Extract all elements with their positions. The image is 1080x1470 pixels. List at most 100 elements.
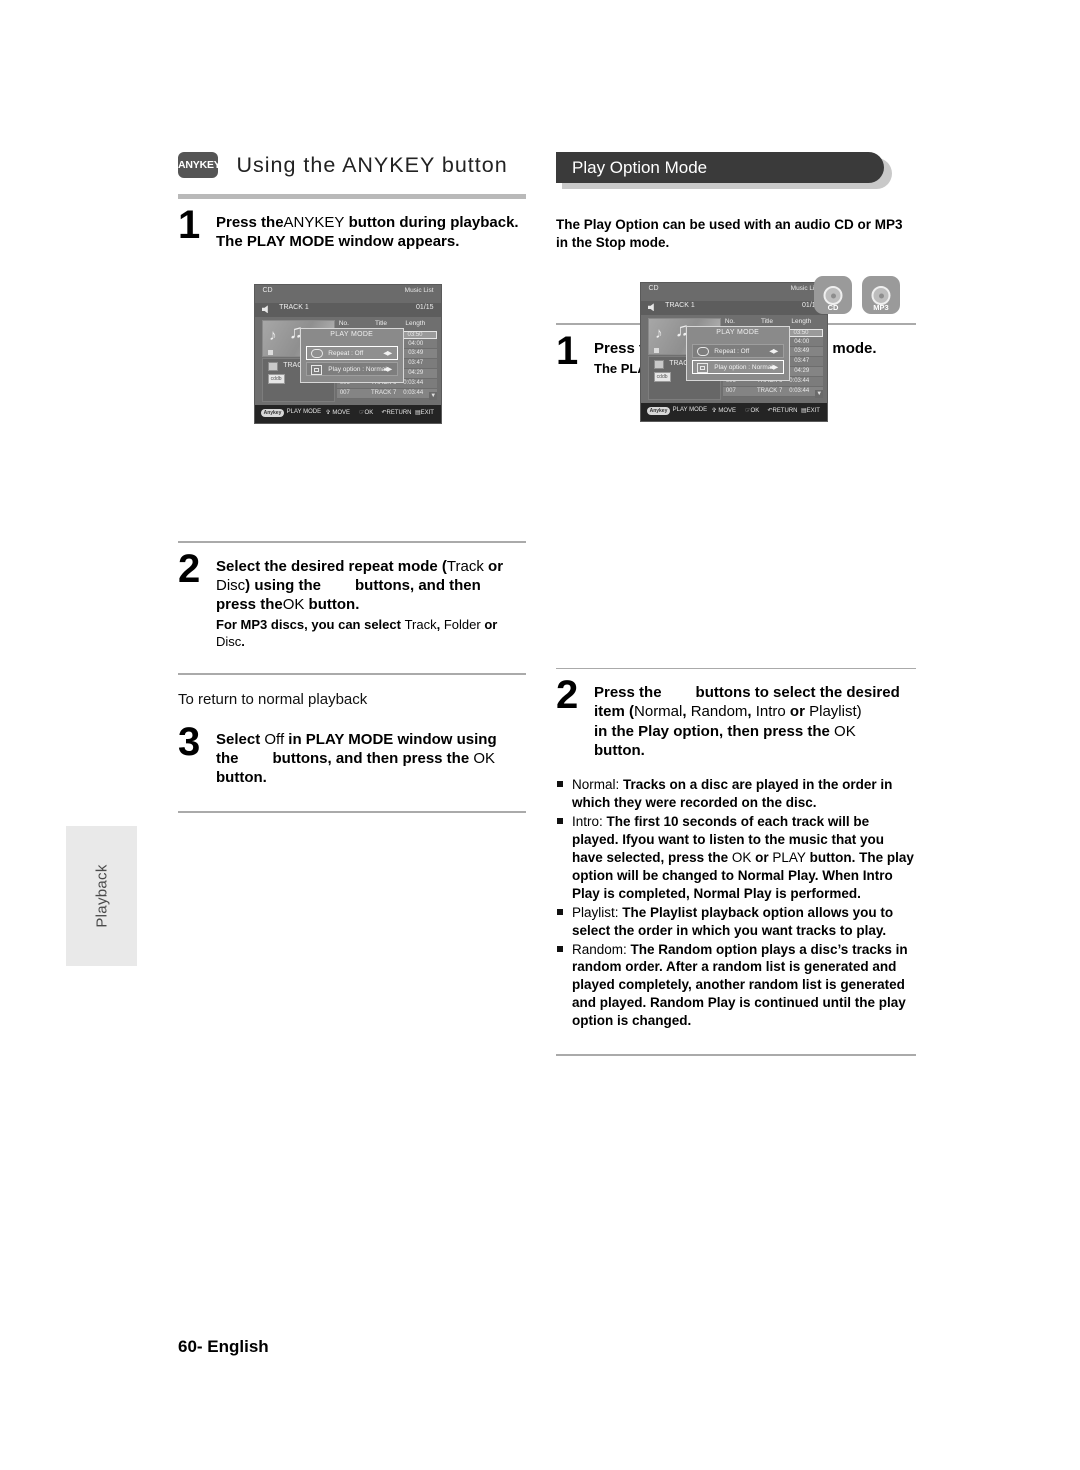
rstep2-l2i: ) [856, 703, 862, 721]
step-number: 1 [178, 203, 201, 247]
scroll-down-icon[interactable]: ▼ [815, 390, 824, 399]
left-right-arrows-icon[interactable]: ◀▶ [769, 363, 778, 371]
tv-source-label: CD [648, 284, 659, 292]
row-length: 0:03:44 [403, 380, 424, 387]
step-number: 2 [556, 673, 579, 718]
bottom-move: ✞ MOVE [325, 410, 351, 416]
bottom-ok: ☞OK [745, 408, 760, 414]
note-disc: Disc [216, 634, 242, 650]
tv-bottom-bar: Anykey PLAY MODE ✞ MOVE ☞OK ↶RETURN ▤EXI… [641, 403, 827, 421]
anykey-chip-icon: Anykey [260, 408, 285, 417]
step-number: 1 [556, 328, 579, 373]
disc-compatibility-badges: CD MP3 [814, 276, 900, 314]
step3-off: Off [264, 730, 285, 748]
left-right-arrows-icon[interactable]: ◀▶ [769, 347, 778, 355]
step2-l3a: press the [216, 596, 283, 614]
divider-right-2 [556, 667, 916, 670]
col-title: Title [375, 319, 388, 327]
rstep2-playlist: Playlist [809, 703, 857, 721]
col-title: Title [761, 317, 774, 325]
col-length: Length [405, 319, 426, 327]
table-row[interactable]: 007 TRACK 7 0:03:44 [336, 388, 438, 399]
bullet-square-icon [557, 817, 563, 824]
bottom-return-label: RETURN [386, 410, 412, 416]
list-item: Random: The Random option plays a disc’s… [556, 941, 916, 1031]
row-no: 007 [339, 389, 350, 396]
tv-now-playing: TRACK 1 [665, 301, 695, 309]
bullet-square-icon [557, 908, 563, 915]
divider-right-bottom [556, 1054, 916, 1056]
step-number: 2 [178, 546, 201, 591]
bullet-term: Playlist: [572, 904, 623, 920]
step3-l1c: in PLAY MODE window using [284, 730, 497, 748]
rstep2-l4: button. [594, 741, 645, 759]
row-length: 03:47 [794, 358, 810, 365]
manual-page: Playback ANYKEY Using the ANYKEY button … [0, 0, 1080, 1470]
music-note-icon: ♪ [269, 327, 277, 345]
tv-bottom-bar: Anykey PLAY MODE ✞ MOVE ☞OK ↶RETURN ▤EXI… [255, 405, 441, 423]
step2-note: For MP3 discs, you can select Track, Fol… [216, 617, 526, 651]
table-row[interactable]: 007 TRACK 7 0:03:44 [722, 386, 824, 397]
rstep2-l1b: buttons to select the desired [695, 684, 900, 702]
dialog-option-repeat[interactable]: Repeat : Off ◀▶ [305, 346, 398, 360]
step3-ok: OK [473, 749, 496, 767]
dialog-option-playoption[interactable]: Play option : Normal ◀▶ [305, 362, 398, 376]
dialog-title: PLAY MODE [330, 330, 374, 338]
left-column: ANYKEY Using the ANYKEY button 1 Press t… [178, 152, 526, 813]
row-no: 007 [725, 387, 736, 394]
play-option-label: Play option : Normal [328, 365, 387, 373]
tv-nowplaying-bar: TRACK 1 01/15 [255, 302, 441, 317]
dialog-option-repeat[interactable]: Repeat : Off ◀▶ [691, 344, 784, 358]
bullet-term: Intro: [572, 813, 607, 829]
play-option-intro: The Play Option can be used with an audi… [556, 217, 903, 250]
row-length: 03:47 [408, 360, 424, 367]
left-right-arrows-icon[interactable]: ◀▶ [383, 365, 392, 373]
anykey-chip-icon: Anykey [646, 406, 671, 415]
bottom-exit: ▤EXIT [414, 410, 434, 416]
cd-badge-label: CD [827, 303, 839, 312]
dialog-option-playoption[interactable]: Play option : Normal ◀▶ [691, 360, 784, 374]
speaker-icon [261, 305, 268, 314]
row-length: 0:03:44 [789, 378, 810, 385]
scroll-down-icon[interactable]: ▼ [429, 392, 438, 401]
bullet-play: PLAY [772, 849, 806, 865]
step-number: 3 [178, 719, 201, 764]
note-a: For MP3 discs, you can select [216, 617, 405, 633]
note-e: or [480, 617, 498, 633]
row-length: 04:29 [794, 368, 810, 375]
tv-topbar: CD Music List [641, 283, 827, 301]
track-info-icon [267, 362, 278, 372]
bullet-term: Normal: [572, 776, 624, 792]
tv-screen-playmode-1: CD Music List TRACK 1 01/15 ♪ ♫ ♪ 0:00 T… [254, 284, 442, 424]
list-item: Intro: The first 10 seconds of each trac… [556, 813, 916, 903]
play-mode-dialog: PLAY MODE Repeat : Off ◀▶ Play option : … [299, 327, 404, 383]
rstep2-random: Random [690, 703, 748, 721]
bottom-return: ↶RETURN [381, 410, 412, 416]
step-body: Press the buttons to select the desired i… [594, 683, 916, 760]
rstep2-l2c: , [682, 703, 691, 721]
divider-before-return [178, 673, 526, 675]
cddb-tag: cddb [267, 374, 285, 385]
col-no: No. [338, 319, 349, 327]
bottom-return: ↶RETURN [767, 408, 798, 414]
list-item: Playlist: The Playlist playback option a… [556, 904, 916, 940]
row-length: 03:50 [793, 330, 809, 337]
step2-l2c: buttons, and then [355, 577, 481, 595]
bullet-square-icon [557, 945, 563, 952]
page-footer: 60- English [178, 1337, 269, 1356]
step3-l3: button. [216, 769, 267, 787]
step3-l1a: Select [216, 730, 265, 748]
left-step-2: 2 Select the desired repeat mode (Track … [178, 549, 526, 651]
bullet-square-icon [557, 780, 563, 787]
play-option-bullets: Normal: Tracks on a disc are played in t… [556, 776, 916, 1030]
left-right-arrows-icon[interactable]: ◀▶ [383, 349, 392, 357]
row-length: 0:03:44 [403, 389, 424, 396]
bottom-move-label: MOVE [718, 408, 737, 414]
row-length: 03:49 [794, 348, 810, 355]
row-length: 04:00 [408, 340, 424, 347]
left-heading-text: Using the ANYKEY button [236, 152, 508, 177]
heading-divider [178, 194, 526, 199]
tv-screen-playmode-2: CD Music List TRACK 1 01/15 ♪ ♫ ♪ 0:00 T… [640, 282, 828, 422]
cd-badge-icon: CD [814, 276, 852, 314]
row-title: TRACK 7 [370, 389, 397, 396]
